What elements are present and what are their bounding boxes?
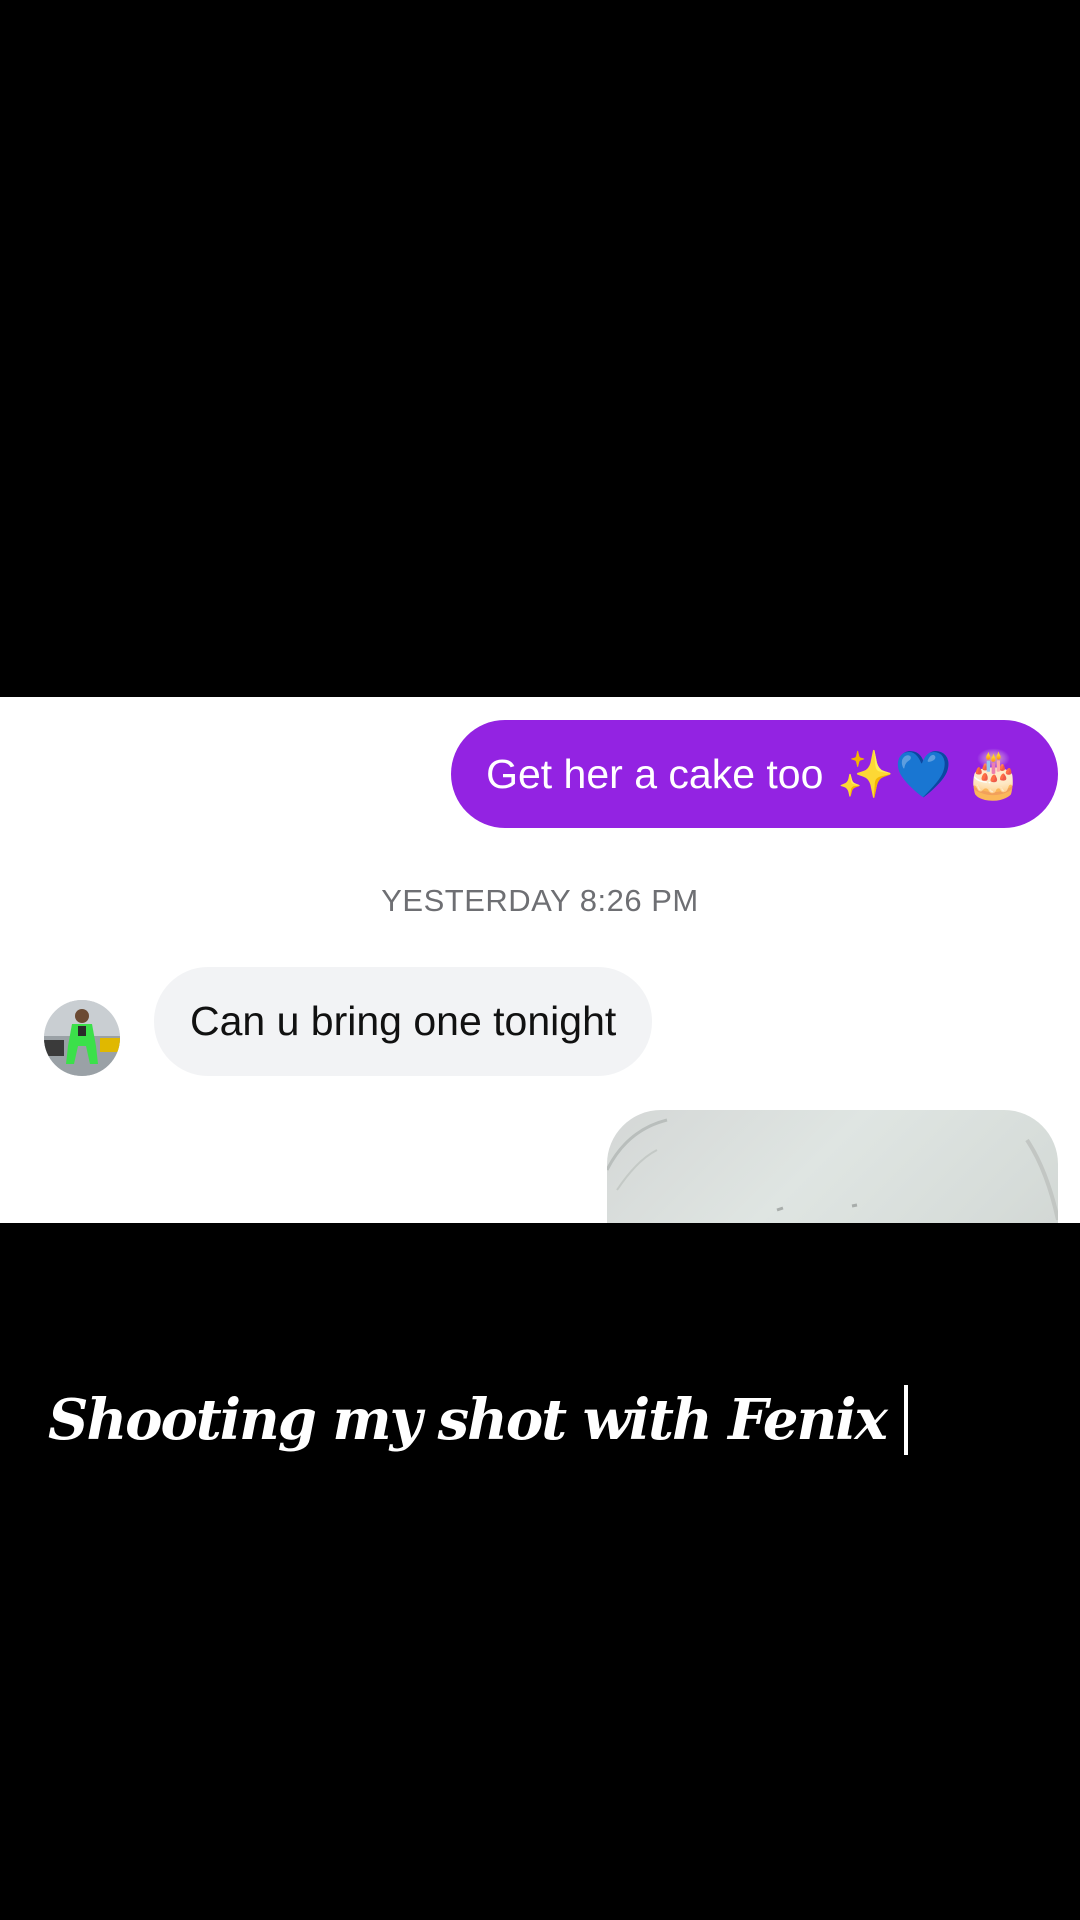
message-timestamp: YESTERDAY 8:26 PM [381, 883, 699, 918]
outgoing-message-emoji: ✨💙 🎂 [837, 748, 1022, 800]
text-cursor [903, 1385, 908, 1455]
video-frame: Get her a cake too ✨💙 🎂 YESTERDAY 8:26 P… [0, 0, 1080, 1920]
bottom-letterbox [0, 1223, 1080, 1920]
incoming-message-bubble[interactable]: Can u bring one tonight [154, 967, 653, 1076]
outgoing-message-text: Get her a cake too [486, 750, 824, 797]
outgoing-message-bubble[interactable]: Get her a cake too ✨💙 🎂 [451, 720, 1058, 828]
avatar-image-icon [44, 1000, 120, 1076]
video-caption: Shooting my shot with Fenix [48, 1375, 908, 1465]
caption-text: Shooting my shot with Fenix [48, 1387, 888, 1453]
contact-avatar[interactable] [44, 1000, 120, 1076]
top-letterbox [0, 0, 1080, 697]
photo-attachment[interactable] [607, 1110, 1058, 1223]
incoming-message-text: Can u bring one tonight [190, 998, 617, 1044]
photo-preview-icon [607, 1118, 1058, 1221]
chat-screenshot: Get her a cake too ✨💙 🎂 YESTERDAY 8:26 P… [0, 697, 1080, 1223]
